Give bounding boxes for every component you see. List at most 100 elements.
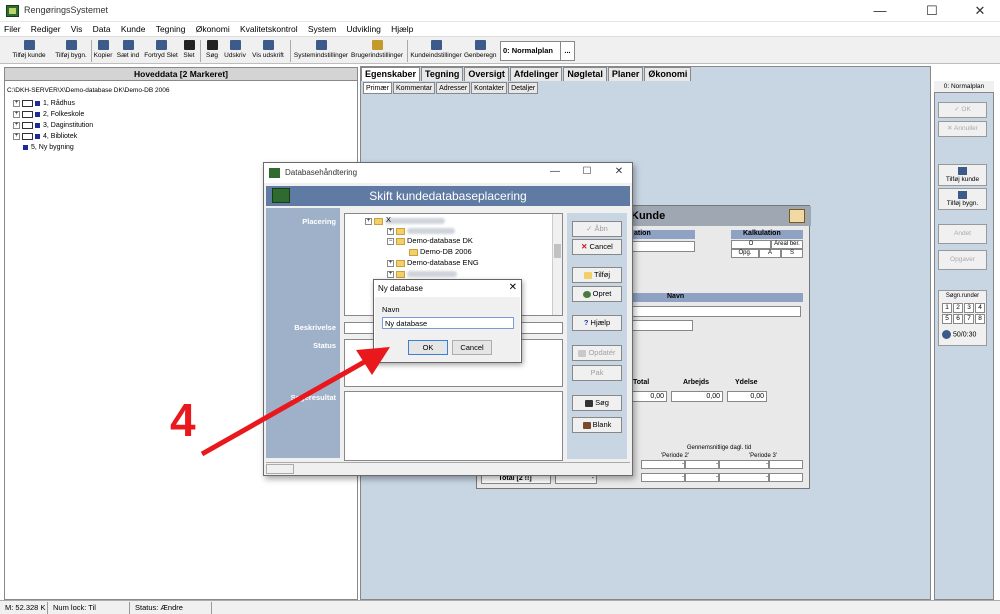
- paste-button[interactable]: Sæt ind: [115, 39, 141, 63]
- add-button[interactable]: Tilføj: [572, 267, 622, 283]
- search-db-button[interactable]: Søg: [572, 395, 622, 411]
- time-value[interactable]: 50/0:30: [942, 330, 976, 339]
- expand-icon[interactable]: +: [387, 227, 394, 235]
- maximize-button[interactable]: ☐: [912, 2, 952, 20]
- tree-node-demo-eng[interactable]: + Demo-database ENG: [387, 258, 479, 267]
- customer-settings-button[interactable]: Kundeindstillinger: [410, 39, 462, 63]
- tree-node-x[interactable]: X: [377, 215, 391, 224]
- ok-button[interactable]: OK: [408, 340, 448, 355]
- tree-item[interactable]: 5, Ny bygning: [7, 142, 357, 153]
- cancel-button[interactable]: ✕ Cancel: [572, 239, 622, 255]
- menu-vis[interactable]: Vis: [67, 22, 87, 36]
- tree-node-demo-dk[interactable]: − Demo-database DK: [387, 236, 473, 245]
- plan-selector[interactable]: 0: Normalplan...: [500, 41, 575, 61]
- print-preview-button[interactable]: Vis udskrift: [249, 39, 287, 63]
- menu-udvikling[interactable]: Udvikling: [342, 22, 385, 36]
- tab-adresser[interactable]: Adresser: [436, 82, 471, 94]
- delete-button[interactable]: Slet: [181, 39, 197, 63]
- copy-button[interactable]: Kopier: [92, 39, 114, 63]
- recalculate-button[interactable]: Genberegn: [464, 39, 497, 63]
- add-customer-button[interactable]: Tilføj kunde: [8, 39, 50, 63]
- expand-icon[interactable]: +: [387, 270, 394, 278]
- ok-side-button[interactable]: ✓ OK: [938, 102, 987, 118]
- add-building-side-button[interactable]: Tilføj bygn.: [938, 188, 987, 210]
- expand-icon[interactable]: +: [13, 132, 20, 140]
- print-button[interactable]: Udskriv: [223, 39, 247, 63]
- update-button[interactable]: Opdatér: [572, 345, 622, 361]
- opgaver-button[interactable]: Opgaver: [938, 250, 987, 270]
- system-settings-icon: [315, 40, 327, 50]
- user-settings-button[interactable]: Brugerindstillinger: [351, 39, 403, 63]
- round-number[interactable]: 3: [964, 303, 974, 313]
- tab-kontakter[interactable]: Kontakter: [471, 82, 508, 94]
- tab-oversigt[interactable]: Oversigt: [464, 67, 509, 81]
- tree-scrollbar[interactable]: [552, 214, 562, 315]
- tree-item[interactable]: +4, Bibliotek: [7, 131, 357, 142]
- tree-node-blurred[interactable]: +: [387, 226, 455, 235]
- menu-rediger[interactable]: Rediger: [27, 22, 65, 36]
- round-number[interactable]: 8: [975, 314, 985, 324]
- search-button[interactable]: Søg: [203, 39, 221, 63]
- collapse-icon[interactable]: −: [387, 237, 394, 245]
- menu-system[interactable]: System: [304, 22, 340, 36]
- tab-primaer[interactable]: Primær: [363, 82, 392, 94]
- andet-button[interactable]: Andet: [938, 224, 987, 244]
- clear-button[interactable]: Blank: [572, 417, 622, 433]
- menu-kvalitetskontrol[interactable]: Kvalitetskontrol: [236, 22, 302, 36]
- system-settings-button[interactable]: Systemindstillinger: [293, 39, 349, 63]
- menu-hjaelp[interactable]: Hjælp: [387, 22, 417, 36]
- round-number[interactable]: 2: [953, 303, 963, 313]
- add-customer-side-button[interactable]: Tilføj kunde: [938, 164, 987, 186]
- open-button[interactable]: ✓ Åbn: [572, 221, 622, 237]
- menu-kunde[interactable]: Kunde: [117, 22, 150, 36]
- undo-delete-button[interactable]: Fortryd Slet: [142, 39, 180, 63]
- menu-data[interactable]: Data: [89, 22, 115, 36]
- tab-tegning[interactable]: Tegning: [421, 67, 464, 81]
- tab-afdelinger[interactable]: Afdelinger: [509, 67, 563, 81]
- expand-icon[interactable]: +: [387, 259, 394, 267]
- round-number[interactable]: 1: [942, 303, 952, 313]
- tab-kommentar[interactable]: Kommentar: [392, 82, 436, 94]
- tab-oekonomi[interactable]: Økonomi: [644, 67, 692, 81]
- pack-button[interactable]: Pak: [572, 365, 622, 381]
- tree-item[interactable]: +2, Folkeskole: [7, 109, 357, 120]
- tree-item[interactable]: +3, Daginstitution: [7, 120, 357, 131]
- tree-item[interactable]: +1, Rådhus: [7, 98, 357, 109]
- customer-field[interactable]: [631, 241, 695, 252]
- search-result-list[interactable]: [344, 391, 563, 461]
- dialog-maximize-button[interactable]: ☐: [576, 166, 598, 180]
- dialog-close-button[interactable]: ✕: [608, 166, 630, 180]
- round-number[interactable]: 4: [975, 303, 985, 313]
- round-number[interactable]: 7: [964, 314, 974, 324]
- expand-icon[interactable]: +: [13, 110, 20, 118]
- tree-node-blurred[interactable]: +: [387, 269, 457, 278]
- dialog-minimize-button[interactable]: —: [544, 166, 566, 180]
- name-input[interactable]: [382, 317, 514, 329]
- tab-noegletal[interactable]: Nøgletal: [563, 67, 607, 81]
- navn-field-2[interactable]: [631, 320, 693, 331]
- menu-oekonomi[interactable]: Økonomi: [192, 22, 234, 36]
- scrollbar-thumb[interactable]: [554, 244, 561, 258]
- menu-tegning[interactable]: Tegning: [152, 22, 190, 36]
- plan-selector-dots-button[interactable]: ...: [560, 42, 574, 60]
- help-button[interactable]: ? Hjælp: [572, 315, 622, 331]
- cancel-side-button[interactable]: ✕ Annuller: [938, 121, 987, 137]
- tab-egenskaber[interactable]: Egenskaber: [361, 67, 421, 81]
- expand-icon[interactable]: +: [13, 99, 20, 107]
- tab-detaljer[interactable]: Detaljer: [508, 82, 539, 94]
- tab-planer[interactable]: Planer: [607, 67, 644, 81]
- round-number[interactable]: 6: [953, 314, 963, 324]
- cancel-new-button[interactable]: Cancel: [452, 340, 492, 355]
- minimize-button[interactable]: —: [860, 2, 900, 20]
- expand-icon[interactable]: +: [365, 217, 372, 225]
- round-number[interactable]: 5: [942, 314, 952, 324]
- add-building-button[interactable]: Tilføj bygn.: [52, 39, 90, 63]
- new-database-close-button[interactable]: ✕: [509, 282, 517, 293]
- create-button[interactable]: Opret: [572, 286, 622, 302]
- edit-customer-icon[interactable]: [789, 209, 805, 223]
- navn-field[interactable]: [631, 306, 801, 317]
- expand-icon[interactable]: +: [13, 121, 20, 129]
- tree-node-demo-db[interactable]: Demo-DB 2006: [409, 247, 472, 256]
- menu-filer[interactable]: Filer: [0, 22, 25, 36]
- close-button[interactable]: ✕: [960, 2, 1000, 20]
